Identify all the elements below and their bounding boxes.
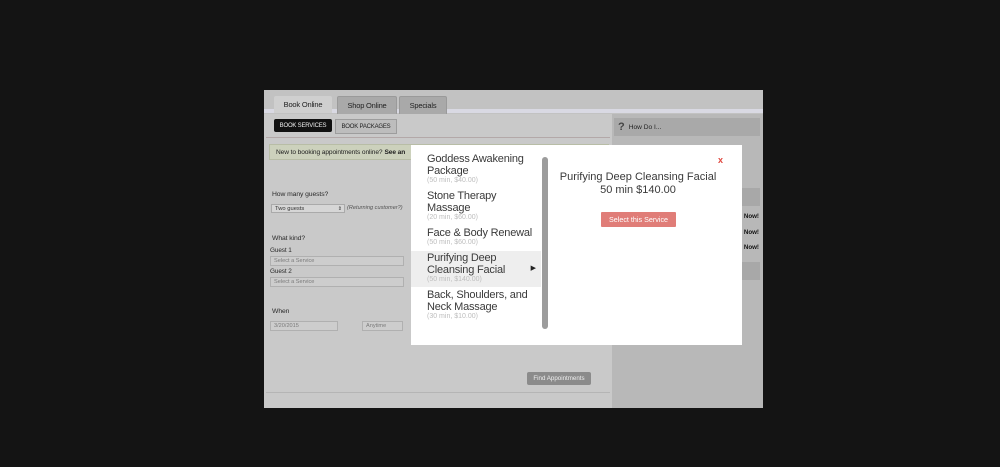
guest2-service-input[interactable]: Select a Service — [270, 277, 404, 287]
notice-link[interactable]: See an — [384, 149, 405, 156]
select-service-button[interactable]: Select this Service — [601, 212, 676, 227]
returning-customer-link[interactable]: (Returning customer?) — [347, 205, 403, 211]
service-picker-modal: Goddess Awakening Package (50 min, $40.0… — [411, 145, 742, 345]
service-item[interactable]: Face & Body Renewal (50 min, $60.00) — [411, 227, 541, 250]
caret-right-icon: ▶ — [530, 265, 536, 272]
kind-label: What kind? — [272, 235, 306, 242]
service-meta: (20 min, $60.00) — [427, 214, 478, 221]
how-do-i-label: How Do I... — [628, 123, 662, 131]
tab-bar: Book Online Shop Online Specials — [264, 90, 763, 114]
select-arrow-icon: ⇕ — [337, 205, 342, 212]
notice-text: New to booking appointments online? — [276, 148, 383, 156]
service-meta: (50 min, $40.00) — [427, 177, 478, 184]
date-input[interactable]: 3/20/2015 — [270, 321, 338, 331]
now-link[interactable]: Now! — [744, 244, 759, 251]
service-name: Goddess Awakening Package — [427, 153, 524, 177]
service-item[interactable]: Stone Therapy Massage (20 min, $60.00) — [411, 190, 541, 226]
guest1-service-input[interactable]: Select a Service — [270, 256, 404, 266]
service-detail: Purifying Deep Cleansing Facial 50 min $… — [556, 171, 720, 197]
find-appointments-button[interactable]: Find Appointments — [527, 372, 591, 385]
divider — [266, 392, 610, 393]
now-link[interactable]: Now! — [744, 229, 759, 236]
now-link[interactable]: Now! — [744, 213, 759, 220]
service-name: Stone Therapy Massage — [427, 190, 497, 214]
tab-shop-online[interactable]: Shop Online — [337, 96, 397, 114]
book-packages-button[interactable]: BOOK PACKAGES — [335, 119, 397, 134]
book-services-button[interactable]: BOOK SERVICES — [274, 119, 332, 132]
service-list: Goddess Awakening Package (50 min, $40.0… — [411, 145, 551, 345]
guests-label: How many guests? — [272, 191, 329, 198]
guest1-label: Guest 1 — [270, 247, 292, 254]
time-select[interactable]: Anytime — [362, 321, 403, 331]
guests-select-value: Two guests — [275, 205, 305, 212]
scrollbar-thumb[interactable] — [542, 157, 548, 329]
service-name: Purifying Deep Cleansing Facial — [427, 252, 506, 276]
how-do-i-header[interactable]: ? How Do I... — [614, 118, 760, 136]
when-label: When — [272, 308, 290, 315]
divider — [266, 137, 610, 138]
question-icon: ? — [618, 121, 625, 133]
service-meta: (50 min, $140.00) — [427, 276, 482, 283]
service-meta: (50 min, $60.00) — [427, 239, 478, 246]
guests-select[interactable]: Two guests ⇕ — [271, 204, 345, 213]
guest2-label: Guest 2 — [270, 268, 292, 275]
tab-specials[interactable]: Specials — [399, 96, 447, 114]
selected-service-name: Purifying Deep Cleansing Facial — [559, 171, 717, 183]
selected-service-price: 50 min $140.00 — [600, 184, 676, 196]
service-item[interactable]: Goddess Awakening Package (50 min, $40.0… — [411, 153, 541, 189]
service-name: Back, Shoulders, and Neck Massage — [427, 289, 528, 313]
service-item-selected[interactable]: Purifying Deep Cleansing Facial (50 min,… — [411, 251, 541, 287]
service-item[interactable]: Back, Shoulders, and Neck Massage (30 mi… — [411, 289, 541, 325]
service-name: Face & Body Renewal — [427, 227, 533, 239]
service-meta: (30 min, $10.00) — [427, 313, 478, 320]
tab-book-online[interactable]: Book Online — [274, 96, 332, 113]
close-icon[interactable]: x — [718, 155, 723, 165]
